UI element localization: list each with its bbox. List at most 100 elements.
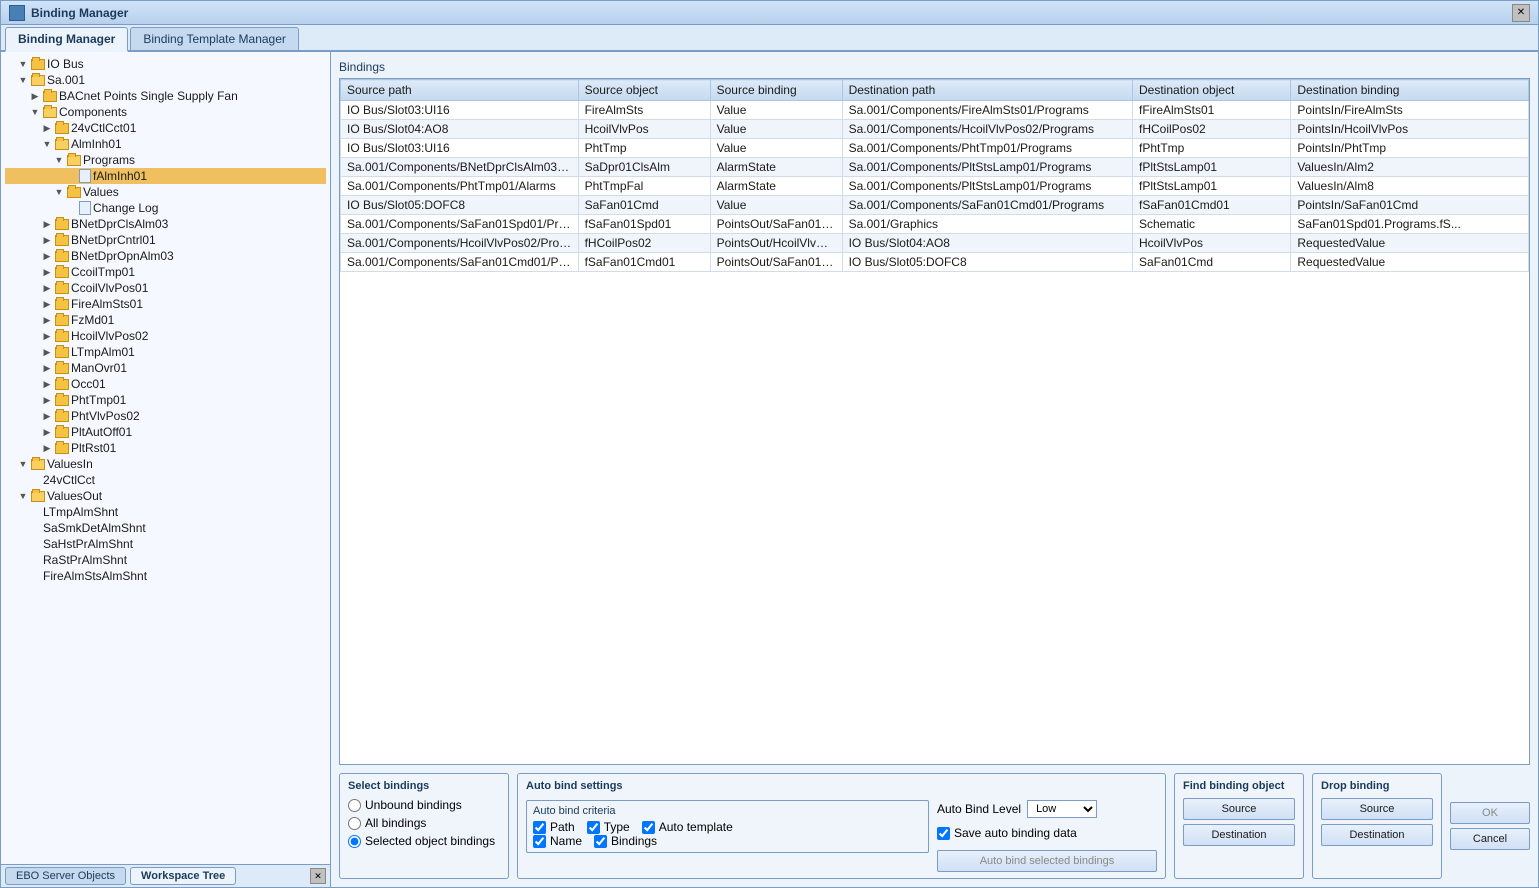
- tree-label: ValuesOut: [47, 489, 102, 503]
- table-row[interactable]: IO Bus/Slot05:DOFC8SaFan01CmdValueSa.001…: [341, 196, 1529, 215]
- tree-label: 24vCtlCct: [43, 473, 95, 487]
- left-panel: ▼ IO Bus ▼ Sa.001 ▶ BACnet Points Single…: [1, 52, 331, 887]
- tree-node-ccoilTmp01[interactable]: ▶ CcoilTmp01: [5, 264, 326, 280]
- tree-node-valuesIn[interactable]: ▼ ValuesIn: [5, 456, 326, 472]
- table-row[interactable]: IO Bus/Slot04:AO8HcoilVlvPosValueSa.001/…: [341, 120, 1529, 139]
- tree-node-phtVlvPos02[interactable]: ▶ PhtVlvPos02: [5, 408, 326, 424]
- tree-node-24vCtlCct[interactable]: 24vCtlCct: [5, 472, 326, 488]
- tree-node-fireAlmStsAlmShnt[interactable]: FireAlmStsAlmShnt: [5, 568, 326, 584]
- table-row[interactable]: IO Bus/Slot03:UI16FireAlmStsValueSa.001/…: [341, 101, 1529, 120]
- drop-destination-button[interactable]: Destination: [1321, 824, 1433, 846]
- tree-node-sa001[interactable]: ▼ Sa.001: [5, 72, 326, 88]
- tree-node-lTmpAlmShnt[interactable]: LTmpAlmShnt: [5, 504, 326, 520]
- auto-bind-selected-button[interactable]: Auto bind selected bindings: [937, 850, 1157, 872]
- radio-unbound: Unbound bindings: [348, 798, 500, 812]
- tree-node-bacnet[interactable]: ▶ BACnet Points Single Supply Fan: [5, 88, 326, 104]
- table-row[interactable]: Sa.001/Components/SaFan01Cmd01/Programsf…: [341, 253, 1529, 272]
- tab-binding-manager[interactable]: Binding Manager: [5, 27, 128, 52]
- cb-bindings-input[interactable]: [594, 835, 607, 848]
- col-dest-path[interactable]: Destination path: [842, 80, 1132, 101]
- col-source-binding[interactable]: Source binding: [710, 80, 842, 101]
- tree-node-pltAutOff01[interactable]: ▶ PltAutOff01: [5, 424, 326, 440]
- radio-selected-input[interactable]: [348, 835, 361, 848]
- tree-node-fzMd01[interactable]: ▶ FzMd01: [5, 312, 326, 328]
- cb-auto-template-input[interactable]: [642, 821, 655, 834]
- tree-node-ccoilVlvPos01[interactable]: ▶ CcoilVlvPos01: [5, 280, 326, 296]
- radio-all: All bindings: [348, 816, 500, 830]
- table-cell: Value: [710, 196, 842, 215]
- level-label: Auto Bind Level: [937, 802, 1021, 816]
- bindings-table: Source path Source object Source binding…: [340, 79, 1529, 272]
- folder-icon: [55, 427, 69, 438]
- folder-icon: [31, 491, 45, 502]
- toggle-icon: ▼: [41, 138, 53, 150]
- table-cell: Sa.001/Components/PltStsLamp01/Programs: [842, 158, 1132, 177]
- tree-node-programs[interactable]: ▼ Programs: [5, 152, 326, 168]
- tree-node-almInh01[interactable]: ▼ AlmInh01: [5, 136, 326, 152]
- tree-node-fireAlmSts01[interactable]: ▶ FireAlmSts01: [5, 296, 326, 312]
- table-cell: Value: [710, 139, 842, 158]
- table-cell: PointsIn/PhtTmp: [1291, 139, 1529, 158]
- cancel-button[interactable]: Cancel: [1450, 828, 1530, 850]
- tree-node-saHstPrAlmShnt[interactable]: SaHstPrAlmShnt: [5, 536, 326, 552]
- toggle-icon: ▶: [41, 426, 53, 438]
- toggle-icon: ▶: [41, 250, 53, 262]
- table-row[interactable]: Sa.001/Components/SaFan01Spd01/Programsf…: [341, 215, 1529, 234]
- find-destination-button[interactable]: Destination: [1183, 824, 1295, 846]
- tree-node-fAlmInh01[interactable]: fAlmInh01: [5, 168, 326, 184]
- toggle-icon: ▼: [17, 74, 29, 86]
- tab-ebo-server-objects[interactable]: EBO Server Objects: [5, 867, 126, 885]
- radio-unbound-input[interactable]: [348, 799, 361, 812]
- tree-node-io-bus[interactable]: ▼ IO Bus: [5, 56, 326, 72]
- tree-node-raStPrAlmShnt[interactable]: RaStPrAlmShnt: [5, 552, 326, 568]
- toggle-icon: [29, 554, 41, 566]
- radio-all-input[interactable]: [348, 817, 361, 830]
- tree-node-bnetdprclsalm03[interactable]: ▶ BNetDprClsAlm03: [5, 216, 326, 232]
- tree-node-occ01[interactable]: ▶ Occ01: [5, 376, 326, 392]
- tree-label: PltAutOff01: [71, 425, 132, 439]
- table-cell: fPltStsLamp01: [1133, 177, 1291, 196]
- ok-button[interactable]: OK: [1450, 802, 1530, 824]
- cb-path-input[interactable]: [533, 821, 546, 834]
- col-source-path[interactable]: Source path: [341, 80, 579, 101]
- cb-type-input[interactable]: [587, 821, 600, 834]
- tree-node-phtTmp01[interactable]: ▶ PhtTmp01: [5, 392, 326, 408]
- tree-node-changelog[interactable]: Change Log: [5, 200, 326, 216]
- drop-source-button[interactable]: Source: [1321, 798, 1433, 820]
- cb-save-input[interactable]: [937, 827, 950, 840]
- find-source-button[interactable]: Source: [1183, 798, 1295, 820]
- tree-node-bnetdprcntrl01[interactable]: ▶ BNetDprCntrl01: [5, 232, 326, 248]
- tree-node-pltRst01[interactable]: ▶ PltRst01: [5, 440, 326, 456]
- table-cell: PointsIn/HcoilVlvPos: [1291, 120, 1529, 139]
- table-cell: Sa.001/Components/PltStsLamp01/Programs: [842, 177, 1132, 196]
- tree-node-saSmkDetAlmShnt[interactable]: SaSmkDetAlmShnt: [5, 520, 326, 536]
- tree-node-valuesOut[interactable]: ▼ ValuesOut: [5, 488, 326, 504]
- main-content: ▼ IO Bus ▼ Sa.001 ▶ BACnet Points Single…: [1, 52, 1538, 887]
- table-cell: IO Bus/Slot05:DOFC8: [341, 196, 579, 215]
- tab-workspace-tree[interactable]: Workspace Tree: [130, 867, 236, 885]
- folder-icon: [55, 235, 69, 246]
- close-panel-button[interactable]: ✕: [310, 868, 326, 884]
- tree-node-hcoilVlvPos02[interactable]: ▶ HcoilVlvPos02: [5, 328, 326, 344]
- folder-icon: [55, 443, 69, 454]
- tree-node-values[interactable]: ▼ Values: [5, 184, 326, 200]
- tree-label: LTmpAlmShnt: [43, 505, 118, 519]
- table-cell: PointsIn/FireAlmSts: [1291, 101, 1529, 120]
- table-row[interactable]: Sa.001/Components/PhtTmp01/AlarmsPhtTmpF…: [341, 177, 1529, 196]
- toggle-icon: [29, 522, 41, 534]
- table-row[interactable]: Sa.001/Components/BNetDprClsAlm03/Alarms…: [341, 158, 1529, 177]
- table-row[interactable]: IO Bus/Slot03:UI16PhtTmpValueSa.001/Comp…: [341, 139, 1529, 158]
- tab-binding-template-manager[interactable]: Binding Template Manager: [130, 27, 299, 50]
- table-row[interactable]: Sa.001/Components/HcoilVlvPos02/Programs…: [341, 234, 1529, 253]
- close-window-button[interactable]: ✕: [1512, 4, 1530, 22]
- col-dest-object[interactable]: Destination object: [1133, 80, 1291, 101]
- col-dest-binding[interactable]: Destination binding: [1291, 80, 1529, 101]
- tree-node-bnetdprOpnAlm03[interactable]: ▶ BNetDprOpnAlm03: [5, 248, 326, 264]
- tree-node-lTmpAlm01[interactable]: ▶ LTmpAlm01: [5, 344, 326, 360]
- level-select[interactable]: Low Medium High: [1027, 800, 1097, 818]
- tree-node-manOvr01[interactable]: ▶ ManOvr01: [5, 360, 326, 376]
- col-source-object[interactable]: Source object: [578, 80, 710, 101]
- tree-node-components[interactable]: ▼ Components: [5, 104, 326, 120]
- tree-node-24v[interactable]: ▶ 24vCtlCct01: [5, 120, 326, 136]
- cb-name-input[interactable]: [533, 835, 546, 848]
